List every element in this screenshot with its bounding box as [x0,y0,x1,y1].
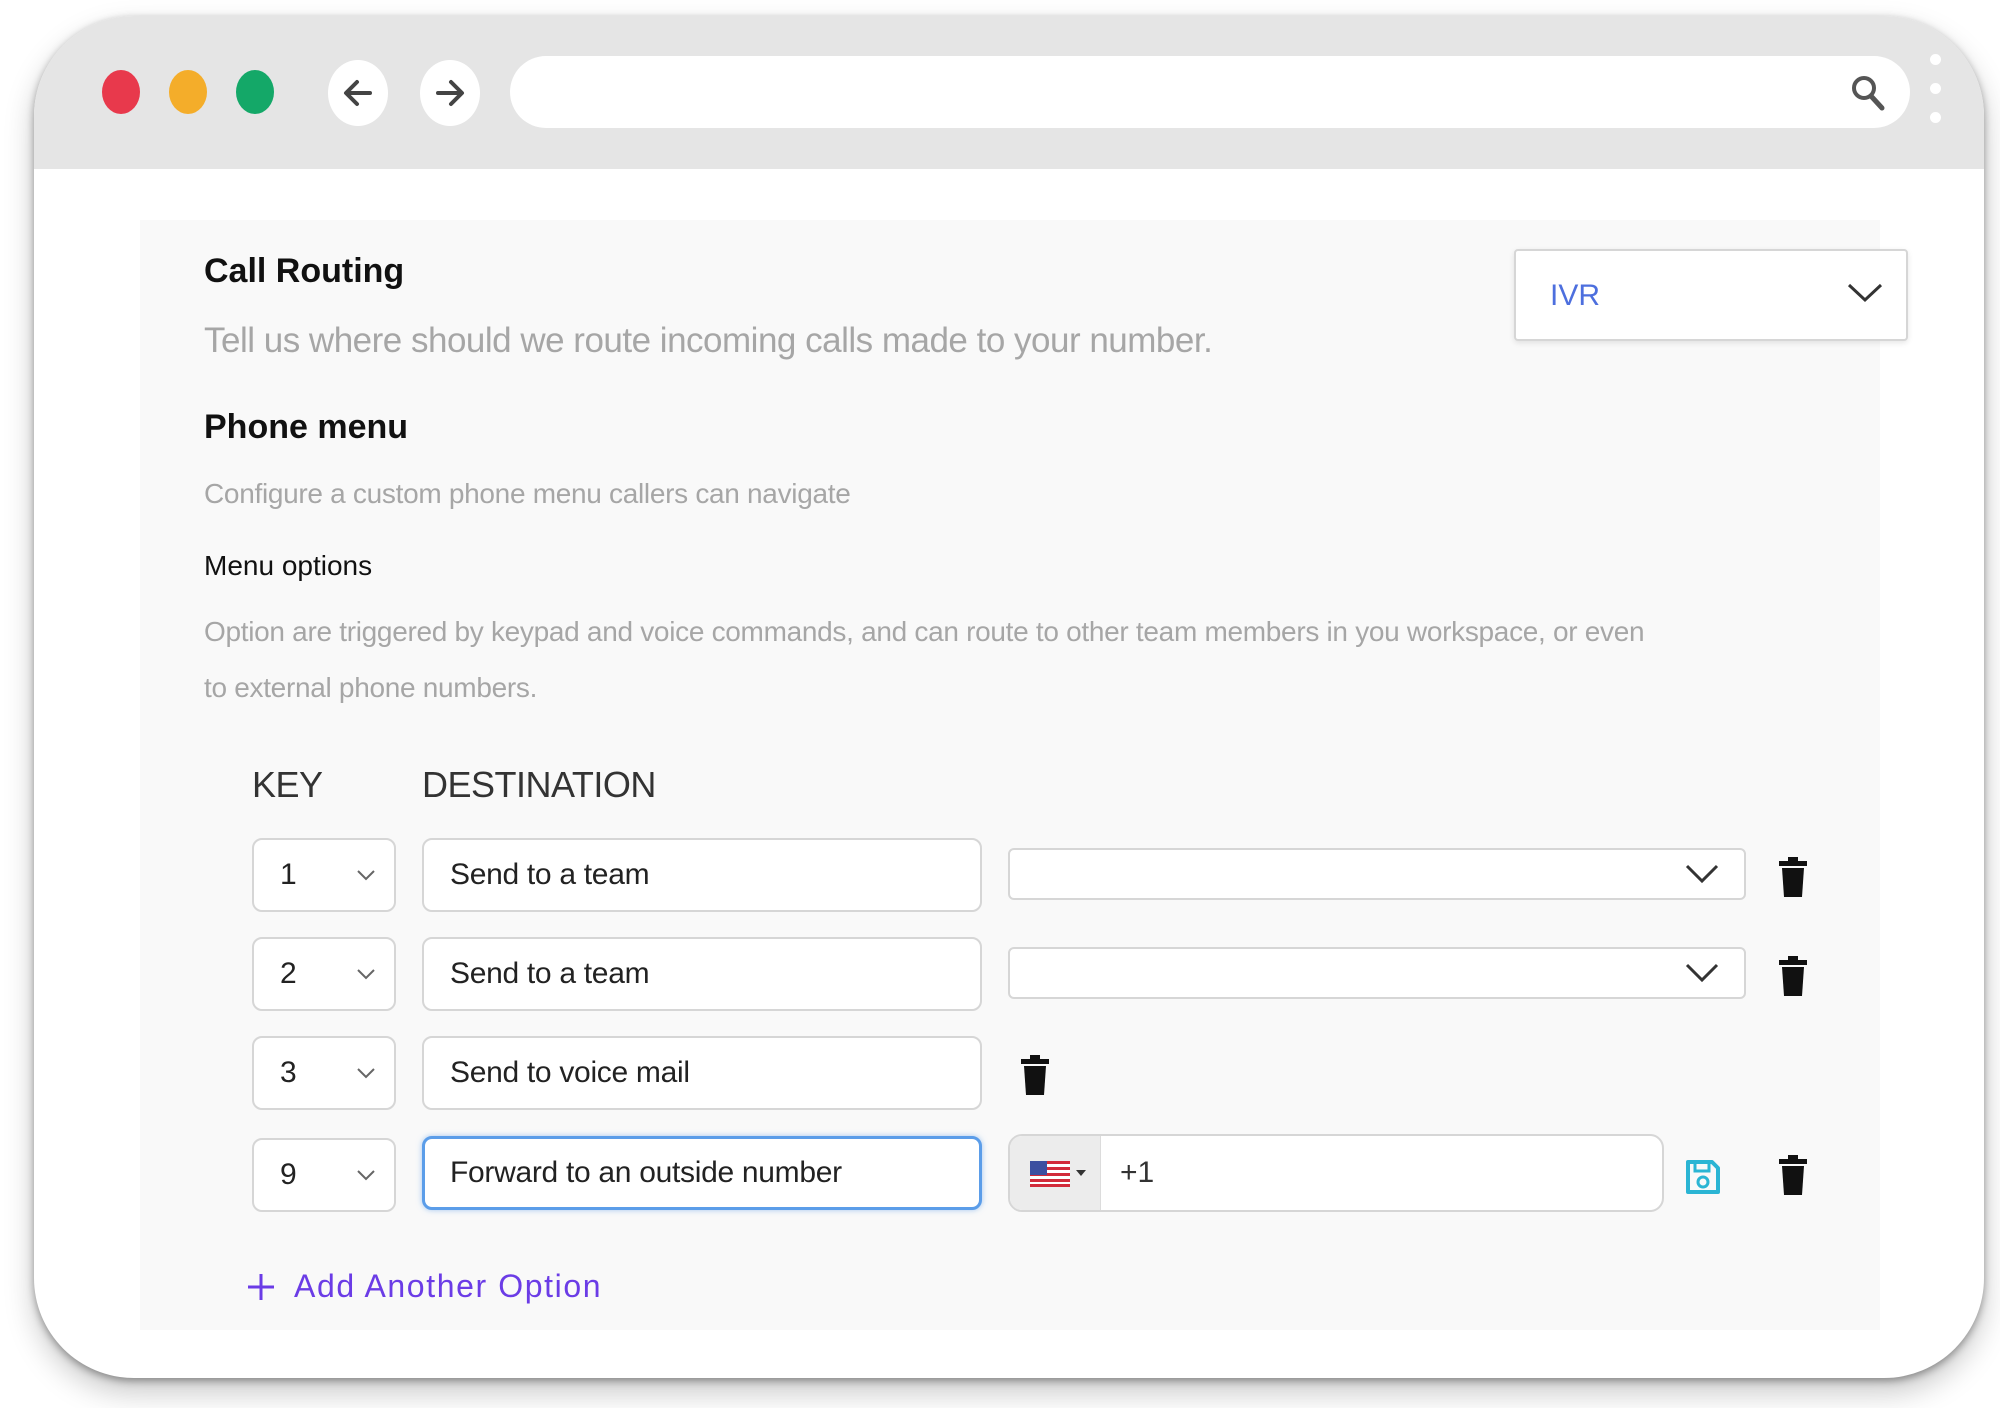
caret-down-icon [1076,1170,1086,1176]
menu-options-description-line2: to external phone numbers. [204,672,538,703]
call-routing-panel: Call Routing Tell us where should we rou… [140,220,1908,1330]
destination-value: Send to voice mail [450,1056,690,1089]
chevron-down-icon [1685,864,1719,884]
arrow-left-icon [344,80,372,106]
browser-toolbar [34,16,1984,169]
column-header-key: KEY [252,764,323,805]
trash-icon[interactable] [1020,1055,1050,1095]
back-button[interactable] [328,60,388,126]
close-window-button[interactable] [102,70,140,114]
search-icon[interactable] [1850,74,1886,112]
save-icon[interactable] [1684,1158,1722,1196]
key-select[interactable]: 1 [252,838,396,912]
chevron-down-icon [357,1170,375,1181]
key-value: 9 [280,1158,297,1191]
kebab-menu-icon[interactable] [1930,54,1942,141]
phone-menu-description: Configure a custom phone menu callers ca… [204,478,851,509]
chevron-down-icon [1847,283,1883,303]
trash-icon[interactable] [1778,1155,1808,1195]
plus-icon [248,1273,274,1300]
routing-mode-value: IVR [1550,279,1601,312]
country-code-select[interactable] [1010,1136,1101,1210]
call-routing-description: Tell us where should we route incoming c… [204,321,1213,360]
browser-window: Call Routing Tell us where should we rou… [34,16,1984,1378]
call-routing-title: Call Routing [204,252,405,290]
forward-button[interactable] [420,60,480,126]
key-value: 3 [280,1056,297,1089]
chevron-down-icon [357,1068,375,1079]
column-header-destination: DESTINATION [422,764,656,805]
trash-icon[interactable] [1778,857,1808,897]
destination-value: Send to a team [450,858,650,891]
menu-options-title: Menu options [204,550,373,581]
menu-options-description-line1: Option are triggered by keypad and voice… [204,616,1645,647]
key-value: 1 [280,858,297,891]
address-bar[interactable] [510,56,1910,128]
phone-number-input[interactable]: +1 [1008,1134,1664,1212]
destination-select[interactable]: Send to a team [422,937,982,1011]
phone-menu-title: Phone menu [204,408,409,446]
minimize-window-button[interactable] [169,70,207,114]
trash-icon[interactable] [1778,956,1808,996]
team-select[interactable] [1008,848,1746,900]
key-value: 2 [280,957,297,990]
destination-value: Send to a team [450,957,650,990]
arrow-right-icon [436,80,464,106]
key-select[interactable]: 3 [252,1036,396,1110]
chevron-down-icon [357,870,375,881]
key-select[interactable]: 9 [252,1138,396,1212]
key-select[interactable]: 2 [252,937,396,1011]
add-another-option-label: Add Another Option [294,1268,603,1304]
us-flag-icon [1030,1161,1070,1187]
destination-select[interactable]: Forward to an outside number [422,1136,982,1210]
destination-value: Forward to an outside number [450,1156,842,1189]
chevron-down-icon [357,969,375,980]
maximize-window-button[interactable] [236,70,274,114]
phone-number-value: +1 [1120,1156,1155,1189]
chevron-down-icon [1685,963,1719,983]
destination-select[interactable]: Send to a team [422,838,982,912]
team-select[interactable] [1008,947,1746,999]
destination-select[interactable]: Send to voice mail [422,1036,982,1110]
add-another-option-button[interactable]: Add Another Option [246,1268,602,1305]
routing-mode-select[interactable]: IVR [1514,249,1908,341]
